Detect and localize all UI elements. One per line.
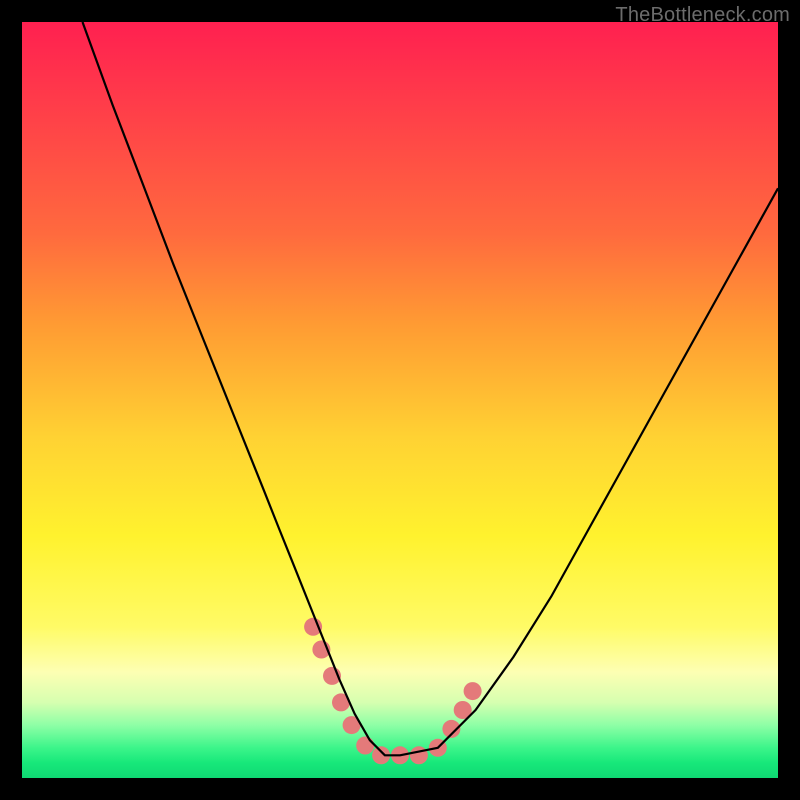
marker-dot [464, 682, 482, 700]
curve-path [83, 22, 779, 755]
marker-group [304, 618, 482, 765]
watermark: TheBottleneck.com [615, 4, 790, 27]
marker-dot [356, 737, 374, 755]
chart-svg [22, 22, 778, 778]
marker-dot [410, 746, 428, 764]
chart-plot-area [22, 22, 778, 778]
